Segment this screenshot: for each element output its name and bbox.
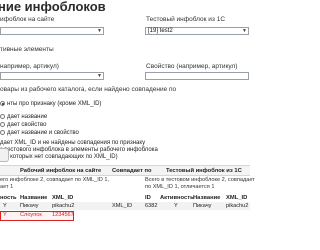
submit-button[interactable] xyxy=(0,148,9,162)
table-cell: Y xyxy=(3,212,7,218)
divider xyxy=(0,175,250,176)
column-header: ность xyxy=(0,195,17,201)
table-cell: 1234567 xyxy=(52,212,74,218)
option-property[interactable]: дает свойство xyxy=(0,122,46,128)
test-summary-line-2: по XML_ID 1, отличается 1 xyxy=(145,184,215,190)
column-header: ID xyxy=(145,195,151,201)
site-infoblock-select[interactable]: ▼ xyxy=(0,27,104,35)
table-cell: Слоупок xyxy=(20,212,42,218)
option-name-and-property[interactable]: дает название и свойство xyxy=(0,130,79,136)
column-header: Название xyxy=(193,195,221,201)
column-header: Активность xyxy=(160,195,194,201)
site-summary-line-2: ает 1 xyxy=(0,184,14,190)
page-title: ние инфоблоков xyxy=(0,0,106,14)
test-summary-line-1: Всего в тестовом инфоблоке 2, совпадает xyxy=(145,177,255,183)
column-header: XML_ID xyxy=(226,195,248,201)
table-cell: Пикачу xyxy=(193,203,212,209)
radio-icon xyxy=(0,101,5,106)
site-infoblock-label: ифоблок на сайте xyxy=(0,16,55,23)
table-cell: Y xyxy=(174,203,178,209)
column-header: XML_ID xyxy=(52,195,74,201)
site-summary-line-1: его инфоблоке 2, совпадает по XML_ID 1, xyxy=(0,177,110,183)
test-infoblock-select[interactable]: [19] test2 ▼ xyxy=(145,27,249,35)
test-table-heading: Тестовый инфоблок из 1С xyxy=(166,168,242,174)
chevron-down-icon: ▼ xyxy=(97,28,102,34)
table-cell: Пикачу xyxy=(20,203,39,209)
xml-rule-option[interactable]: нты про признаку (кроме XML_ID) xyxy=(0,101,101,107)
radio-icon xyxy=(0,130,5,135)
match-cell: XML_ID xyxy=(112,203,133,209)
table-cell: Y xyxy=(3,203,7,209)
radio-icon xyxy=(0,114,5,119)
match-table-heading: Совпадает по xyxy=(112,168,152,174)
test-infoblock-label: Тестовый инфоблок из 1С xyxy=(146,16,226,23)
site-property-select[interactable]: ▼ xyxy=(0,72,104,80)
chevron-down-icon: ▼ xyxy=(242,28,247,34)
option-name[interactable]: дает название xyxy=(0,114,47,120)
test-property-input[interactable] xyxy=(145,72,249,80)
note-line-2: з тестового инфоблока в элементы рабочег… xyxy=(0,147,158,153)
active-elements-label: тивные элементы xyxy=(0,46,54,53)
column-header: Название xyxy=(20,195,48,201)
site-table-heading: Рабочий инфоблок на сайте xyxy=(20,168,102,174)
filter-description: овары из рабочего каталога, если найдено… xyxy=(0,86,177,93)
radio-icon xyxy=(0,122,5,127)
note-line-3: т, у которых нет совпадающих по XML_ID) xyxy=(0,154,118,160)
table-cell: pikachu2 xyxy=(52,203,75,209)
chevron-down-icon: ▼ xyxy=(97,73,102,79)
note-line-1: дает XML_ID и не найдены совпадения по п… xyxy=(0,140,146,146)
test-property-label: Свойство (например, артикул) xyxy=(146,63,238,70)
table-cell: 6382 xyxy=(145,203,158,209)
table-cell: pikachu2 xyxy=(226,203,249,209)
site-property-label: например, артикул) xyxy=(0,63,59,70)
